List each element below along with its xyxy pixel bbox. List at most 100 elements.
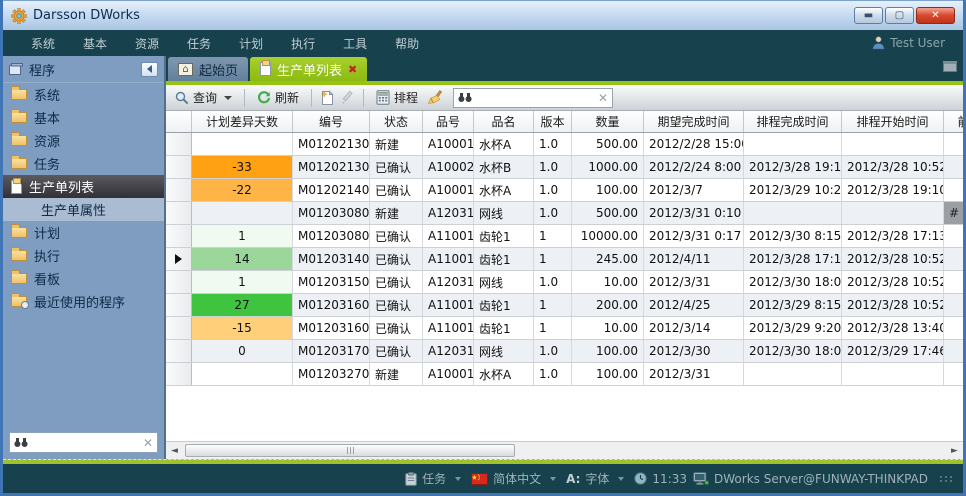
cell-status: 已确认 <box>370 156 423 178</box>
sidebar-item-1[interactable]: 基本 <box>3 106 164 129</box>
sidebar-item-8[interactable]: 看板 <box>3 267 164 290</box>
column-header-due[interactable]: 期望完成时间 <box>644 111 744 132</box>
cell-extra <box>944 248 963 270</box>
column-header-sched_end[interactable]: 排程完成时间 <box>744 111 842 132</box>
tab-list-icon[interactable] <box>943 61 957 72</box>
sidebar-item-9[interactable]: 最近使用的程序 <box>3 290 164 313</box>
sidebar-item-3[interactable]: 任务 <box>3 152 164 175</box>
sidebar-collapse-button[interactable] <box>141 62 158 77</box>
edit-pencil-icon[interactable] <box>340 90 355 105</box>
sidebar-item-4[interactable]: 生产单列表 <box>3 175 164 198</box>
font-dropdown-icon[interactable] <box>618 477 624 481</box>
column-header-sched_start[interactable]: 排程开始时间 <box>842 111 944 132</box>
table-row[interactable]: 1M012031501已确认A12031网线1.010.002012/3/312… <box>166 271 963 294</box>
minimize-button[interactable]: ▬ <box>854 7 883 24</box>
table-row[interactable]: -33M012021302已确认A10002水杯B1.01000.002012/… <box>166 156 963 179</box>
cell-no: M012031402 <box>293 248 370 270</box>
schedule-button[interactable]: 排程 <box>372 87 422 108</box>
table-row[interactable]: 14M012031402已确认A11001齿轮11245.002012/4/11… <box>166 248 963 271</box>
toolbar-search-input[interactable] <box>476 91 594 105</box>
cell-sched_end <box>744 133 842 155</box>
status-language[interactable]: 简体中文 <box>471 470 560 487</box>
sidebar-search-clear-icon[interactable]: ✕ <box>143 436 153 450</box>
new-document-icon[interactable] <box>320 90 335 106</box>
scrollbar-thumb[interactable] <box>185 444 515 457</box>
refresh-button[interactable]: 刷新 <box>253 87 303 108</box>
maximize-button[interactable]: ▢ <box>885 7 914 24</box>
menu-item-6[interactable]: 工具 <box>329 31 381 56</box>
cell-ver: 1.0 <box>534 363 572 385</box>
status-server[interactable]: DWorks Server@FUNWAY-THINKPAD <box>693 472 928 486</box>
toolbar: 查询 刷新 <box>166 85 963 111</box>
scroll-left-icon[interactable]: ◄ <box>166 442 183 459</box>
current-row-arrow-icon <box>175 254 182 264</box>
status-font-label: 字体 <box>585 470 609 487</box>
query-dropdown-icon[interactable] <box>224 96 232 100</box>
column-header-qty[interactable]: 数量 <box>572 111 644 132</box>
menu-item-1[interactable]: 基本 <box>69 31 121 56</box>
query-button[interactable]: 查询 <box>171 87 236 108</box>
column-header-name[interactable]: 品名 <box>474 111 534 132</box>
column-header-diff[interactable]: 计划差异天数 <box>192 111 293 132</box>
table-row[interactable]: 1M012030802已确认A11001齿轮1110000.002012/3/3… <box>166 225 963 248</box>
status-task[interactable]: 任务 <box>405 470 465 487</box>
sidebar-item-2[interactable]: 资源 <box>3 129 164 152</box>
cell-diff <box>192 363 293 385</box>
table-row[interactable]: 27M012031601已确认A11001齿轮11200.002012/4/25… <box>166 294 963 317</box>
sidebar-search-input[interactable] <box>32 436 139 450</box>
column-header-extra[interactable]: 前 <box>944 111 963 132</box>
scrollbar-track[interactable] <box>183 442 946 459</box>
clean-broom-icon[interactable] <box>427 90 444 105</box>
language-dropdown-icon[interactable] <box>550 477 556 481</box>
cell-no: M012021401 <box>293 179 370 201</box>
column-header-no[interactable]: 编号 <box>293 111 370 132</box>
toolbar-search-clear-icon[interactable]: ✕ <box>598 91 608 105</box>
menu-item-7[interactable]: 帮助 <box>381 31 433 56</box>
table-row[interactable]: M012030801新建A12031网线1.0500.002012/3/31 0… <box>166 202 963 225</box>
scroll-right-icon[interactable]: ► <box>946 442 963 459</box>
tab-start-page[interactable]: ⌂ 起始页 <box>168 57 248 81</box>
close-button[interactable]: ✕ <box>916 7 955 24</box>
cell-sched_end <box>744 363 842 385</box>
menu-item-0[interactable]: 系统 <box>17 31 69 56</box>
column-header-status[interactable]: 状态 <box>370 111 423 132</box>
status-bar: 任务 简体中文 A: 字体 11:33 <box>3 464 963 493</box>
sidebar-item-5[interactable]: 生产单属性 <box>3 198 164 221</box>
column-header-item[interactable]: 品号 <box>423 111 474 132</box>
menu-item-5[interactable]: 执行 <box>277 31 329 56</box>
table-row[interactable]: 0M012031701已确认A12031网线1.0100.002012/3/30… <box>166 340 963 363</box>
table-row[interactable]: M012032701新建A10001水杯A1.0100.002012/3/31 <box>166 363 963 386</box>
resize-grip[interactable] <box>940 476 953 482</box>
cell-sched_end: 2012/3/30 8:15 <box>744 225 842 247</box>
table-row[interactable]: -22M012021401已确认A10001水杯A1.0100.002012/3… <box>166 179 963 202</box>
app-gear-icon <box>11 8 27 24</box>
cell-qty: 10000.00 <box>572 225 644 247</box>
sidebar-item-label: 看板 <box>34 269 60 288</box>
cell-extra: # <box>944 202 963 224</box>
sidebar-item-7[interactable]: 执行 <box>3 244 164 267</box>
cell-no: M012031501 <box>293 271 370 293</box>
horizontal-scrollbar[interactable]: ◄ ► <box>166 441 963 459</box>
table-row[interactable]: -15M012031602已确认A11001齿轮1110.002012/3/14… <box>166 317 963 340</box>
menu-item-4[interactable]: 计划 <box>225 31 277 56</box>
tab-close-icon[interactable]: ✖ <box>348 63 357 76</box>
clock-icon <box>634 472 647 485</box>
status-font[interactable]: A: 字体 <box>566 470 628 487</box>
menu-item-2[interactable]: 资源 <box>121 31 173 56</box>
cell-name: 网线 <box>474 340 534 362</box>
tab-production-order-list[interactable]: 生产单列表 ✖ <box>250 57 367 81</box>
column-header-ver[interactable]: 版本 <box>534 111 572 132</box>
task-dropdown-icon[interactable] <box>455 477 461 481</box>
table-row[interactable]: M012021301新建A10001水杯A1.0500.002012/2/28 … <box>166 133 963 156</box>
cell-qty: 500.00 <box>572 133 644 155</box>
cell-sched_end <box>744 202 842 224</box>
sidebar-item-6[interactable]: 计划 <box>3 221 164 244</box>
cell-qty: 1000.00 <box>572 156 644 178</box>
cell-sched_start: 2012/3/28 17:13 <box>842 225 944 247</box>
sidebar-item-0[interactable]: 系统 <box>3 83 164 106</box>
user-area[interactable]: Test User <box>872 36 949 50</box>
cell-ver: 1.0 <box>534 271 572 293</box>
document-icon <box>11 180 22 194</box>
menu-item-3[interactable]: 任务 <box>173 31 225 56</box>
sidebar-item-label: 生产单属性 <box>41 200 106 219</box>
